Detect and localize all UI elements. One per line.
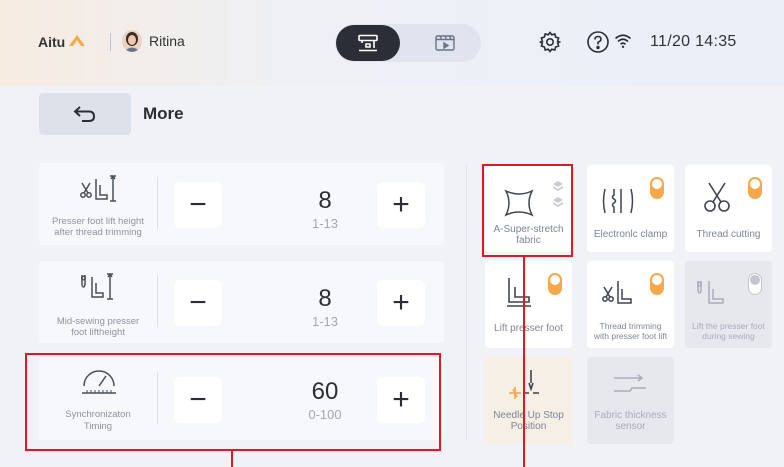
setting-row-midsewing-lift-height: Mid-sewing presser foot liftheight − 8 1… [39,261,444,343]
tile-label-line2: during sewing [702,331,755,341]
tile-needle-up-stop[interactable]: Needle Up Stop Position [485,357,572,444]
tile-label: Thread trimming [599,321,662,331]
tile-label-line2: Position [510,421,547,432]
setting-label: Presser foot lift height [52,216,144,227]
scissors-icon [704,182,730,212]
panel-divider [466,165,467,440]
tile-label: Lift the presser foot [692,321,765,331]
video-mode-button[interactable] [413,25,477,61]
row-icon-area: Presser foot lift height after thread tr… [39,163,157,245]
tile-label-line2: with presser foot lift [593,331,668,341]
tile-label: Fabric thickness [594,410,667,421]
tile-label: Lift presser foot [494,323,563,334]
gear-icon [538,31,562,53]
row-icon-area: Mid-sewing presser foot liftheight [39,261,157,343]
wifi-icon [614,33,632,54]
tile-label-line2: sensor [615,421,646,432]
brand-logo: Aitu [38,33,87,50]
decrement-button[interactable]: − [174,182,222,228]
toggle-switch[interactable] [748,273,762,295]
avatar [122,30,142,52]
video-library-icon [435,35,455,51]
tile-label: Needle Up Stop [493,410,564,421]
toggle-switch[interactable] [748,177,762,199]
help-button[interactable] [584,28,612,56]
tile-electronic-clamp[interactable]: Electronlc clamp [587,165,674,252]
tile-lift-presser-foot[interactable]: Lift presser foot [485,261,572,348]
row-divider [157,275,158,327]
help-icon [587,31,609,53]
toggle-switch[interactable] [548,273,562,295]
top-status-bar: Aitu Ritina 11/20 14:35 [0,0,784,86]
increment-button[interactable]: + [377,182,425,228]
settings-button[interactable] [536,28,564,56]
presser-foot-lift-icon [80,273,113,300]
setting-value: 8 [318,187,332,214]
increment-button[interactable]: + [377,280,425,326]
setting-range: 1-13 [311,216,339,231]
brand-mark-icon [67,33,87,50]
datetime: 11/20 14:35 [650,33,737,50]
back-arrow-icon [73,106,96,122]
tile-label: Thread cutting [696,229,761,240]
highlight-box-sync-timing [25,353,441,451]
tile-label: Electronlc clamp [593,229,668,240]
mode-switch[interactable] [335,24,481,62]
user-name: Ritina [149,33,185,49]
row-divider [157,177,158,229]
setting-label: Mid-sewing presser [56,316,140,327]
highlight-pointer [231,451,233,467]
highlight-pointer [523,257,525,467]
clamp-icon [602,188,634,214]
setting-range: 1-13 [311,314,339,329]
needle-position-icon [509,370,539,399]
header-divider [110,33,111,51]
presser-foot-icon [507,278,531,307]
toggle-switch[interactable] [650,177,664,199]
tile-fabric-thickness-sensor[interactable]: Fabric thickness sensor [587,357,674,444]
toggle-switch[interactable] [650,273,664,295]
thickness-sensor-icon [614,374,646,392]
tile-lift-during-sewing[interactable]: Lift the presser foot during sewing [685,261,772,348]
highlight-box-super-stretch [482,164,573,257]
user-profile[interactable]: Ritina [122,30,185,52]
page-title: More [143,104,184,123]
trim-lift-icon [602,281,632,304]
setting-label-line2: foot liftheight [71,327,125,338]
back-button[interactable] [39,93,131,135]
setting-row-trim-lift-height: Presser foot lift height after thread tr… [39,163,444,245]
presser-foot-lift-icon [696,281,724,304]
presser-foot-trim-icon [80,175,116,202]
tile-thread-cutting[interactable]: Thread cutting [685,165,772,252]
sewing-machine-icon [358,34,378,52]
tile-trim-with-lift[interactable]: Thread trimming with presser foot lift [587,261,674,348]
sewing-mode-button[interactable] [336,25,400,61]
decrement-button[interactable]: − [174,280,222,326]
setting-label-line2: after thread trimming [54,227,142,238]
setting-value: 8 [318,285,332,312]
brand-name: Aitu [38,33,66,50]
